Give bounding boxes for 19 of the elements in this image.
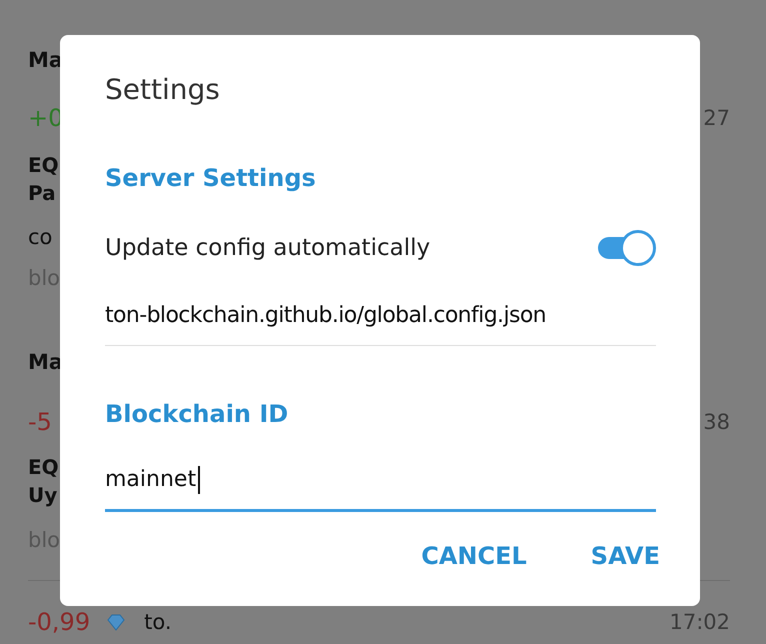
wallet-address: EQ Uy xyxy=(28,454,59,509)
blockchain-id-field[interactable]: mainnet xyxy=(105,462,656,512)
diamond-icon xyxy=(106,612,126,632)
transaction-comment: co xyxy=(28,224,52,251)
dialog-title: Settings xyxy=(105,72,220,108)
config-url-field[interactable]: ton-blockchain.github.io/global.config.json xyxy=(105,298,656,346)
save-button[interactable]: SAVE xyxy=(590,542,660,570)
section-heading: Server Settings xyxy=(105,163,316,194)
toggle-label: Update config automatically xyxy=(105,235,430,261)
transaction-amount: -0,99 xyxy=(28,608,90,636)
transaction-amount: -5 xyxy=(28,408,52,436)
cancel-button[interactable]: CANCEL xyxy=(421,542,527,570)
auto-update-toggle[interactable] xyxy=(598,230,656,266)
wallet-address: EQ Pa xyxy=(28,152,59,207)
transaction-comment: to. xyxy=(144,610,172,634)
transaction-time: 17:02 xyxy=(669,609,730,636)
section-heading: Blockchain ID xyxy=(105,399,288,430)
transaction-time: 27 xyxy=(703,105,730,132)
transaction-time: 38 xyxy=(703,409,730,436)
